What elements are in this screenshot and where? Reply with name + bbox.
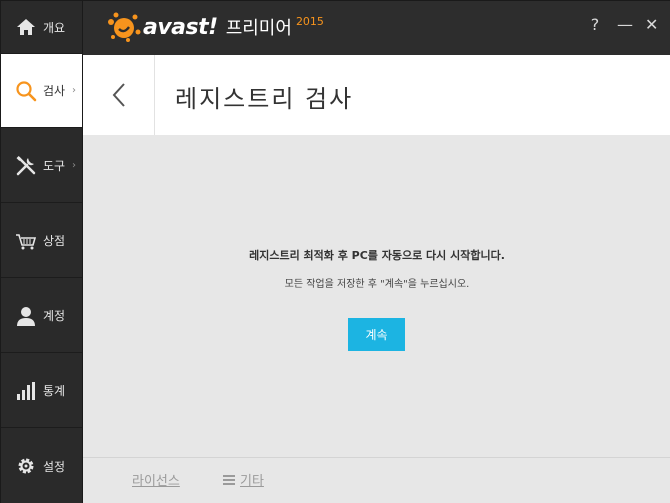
save-work-instruction: 모든 작업을 저장한 후 "계속"을 누르십시오. — [284, 279, 470, 290]
page-title: 레지스트리 검사 — [175, 85, 354, 113]
user-icon — [15, 305, 37, 327]
page-header: 레지스트리 검사 — [83, 55, 670, 135]
main-panel: 레지스트리 검사 레지스트리 최적화 후 PC를 자동으로 다시 시작합니다. … — [83, 55, 670, 503]
home-icon — [15, 16, 37, 38]
title-bar: avast! 프리미어 2015 ? — ✕ — [83, 1, 670, 55]
app-window: 개요 검사 › 도구 › 상점 계정 통계 설정 avast! 프리미어 201… — [0, 0, 670, 503]
continue-button[interactable]: 계속 — [348, 318, 405, 351]
chevron-right-icon: › — [72, 85, 76, 96]
chevron-right-icon: › — [72, 160, 76, 171]
sidebar-item-label: 통계 — [43, 384, 66, 398]
stats-icon — [15, 380, 37, 402]
sidebar-item-label: 개요 — [43, 20, 66, 35]
menu-icon — [223, 473, 235, 487]
sidebar: 개요 검사 › 도구 › 상점 계정 통계 설정 — [1, 1, 83, 503]
product-year: 2015 — [295, 14, 324, 28]
more-link-label: 기타 — [240, 474, 264, 489]
sidebar-item-store[interactable]: 상점 — [1, 204, 82, 278]
search-icon — [15, 80, 37, 102]
brand-name: avast! — [143, 14, 218, 40]
sidebar-item-label: 상점 — [43, 234, 66, 248]
sidebar-item-statistics[interactable]: 통계 — [1, 354, 82, 428]
license-link[interactable]: 라이선스 — [132, 470, 180, 489]
restart-notice: 레지스트리 최적화 후 PC를 자동으로 다시 시작합니다. — [249, 249, 505, 262]
sidebar-item-label: 계정 — [43, 309, 66, 323]
chevron-left-icon — [112, 83, 125, 107]
close-button[interactable]: ✕ — [645, 15, 658, 34]
sidebar-item-scan[interactable]: 검사 › — [1, 54, 82, 128]
cart-icon — [15, 230, 37, 252]
window-controls: ? — ✕ — [589, 15, 659, 34]
sidebar-item-label: 설정 — [43, 459, 66, 474]
avast-ball-icon — [107, 12, 141, 42]
tools-icon — [15, 155, 37, 177]
sidebar-item-label: 검사 — [43, 84, 66, 98]
help-button[interactable]: ? — [589, 15, 601, 34]
minimize-button[interactable]: — — [617, 15, 633, 34]
footer: 라이선스 기타 — [83, 457, 670, 503]
sidebar-item-overview[interactable]: 개요 — [1, 1, 82, 54]
sidebar-item-account[interactable]: 계정 — [1, 279, 82, 353]
gear-icon — [15, 455, 37, 477]
product-name: 프리미어 — [225, 18, 292, 39]
more-link[interactable]: 기타 — [223, 470, 264, 489]
sidebar-item-tools[interactable]: 도구 › — [1, 129, 82, 203]
app-logo: avast! 프리미어 2015 — [107, 12, 324, 42]
sidebar-item-settings[interactable]: 설정 — [1, 429, 82, 503]
sidebar-item-label: 도구 — [43, 159, 66, 173]
back-button[interactable] — [83, 55, 155, 135]
